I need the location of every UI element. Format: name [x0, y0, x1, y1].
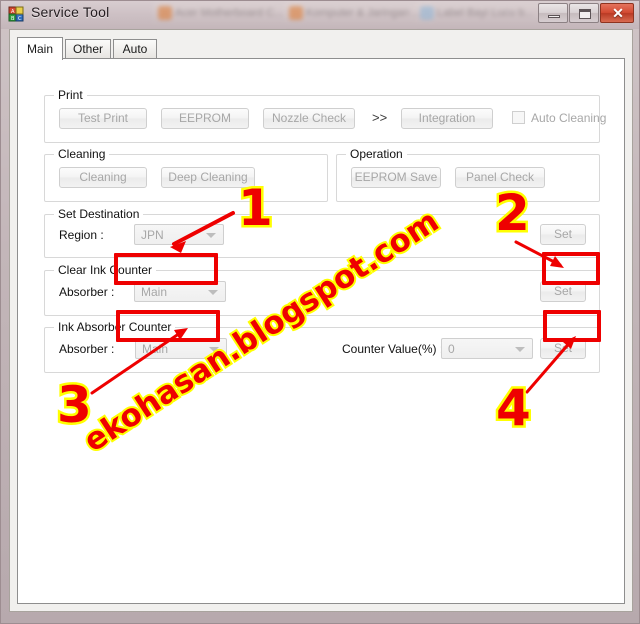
svg-text:C: C [18, 16, 22, 22]
tab-main[interactable]: Main [17, 37, 63, 60]
window-title: Service Tool [31, 4, 110, 20]
ink-absorber-label: Absorber : [59, 342, 115, 356]
close-icon: ✕ [612, 5, 624, 21]
counter-value-select[interactable]: 0 [441, 338, 533, 359]
svg-text:A: A [11, 9, 15, 15]
annotation-number-2: 2 [493, 184, 533, 242]
ink-absorber-set-button[interactable]: Set [540, 338, 586, 359]
chevron-down-icon [515, 347, 525, 352]
maximize-button[interactable] [569, 3, 599, 23]
background-browser-tab: Label Bayi Lucu b... [415, 2, 555, 24]
test-print-button[interactable]: Test Print [59, 108, 147, 129]
auto-cleaning-checkbox[interactable] [512, 111, 525, 124]
group-operation-title: Operation [346, 147, 407, 161]
title-bar[interactable]: Acer Motherboard C... Komputer & Jaringa… [1, 1, 639, 29]
background-browser-tab: Acer Motherboard C... [153, 2, 303, 24]
chevron-down-icon [208, 290, 218, 295]
group-operation: Operation EEPROM Save Panel Check [336, 147, 600, 202]
auto-cleaning-label: Auto Cleaning [531, 111, 607, 125]
chevron-down-icon [206, 233, 216, 238]
background-tab-label: Acer Motherboard C... [175, 7, 284, 19]
cleaning-button[interactable]: Cleaning [59, 167, 147, 188]
nozzle-check-button[interactable]: Nozzle Check [263, 108, 355, 129]
group-clear-ink-counter-title: Clear Ink Counter [54, 263, 157, 277]
annotation-number-4: 4 [494, 379, 534, 437]
region-select[interactable]: JPN [134, 224, 224, 245]
chevron-right-icon: >> [372, 110, 388, 125]
tab-strip: Main Other Auto [17, 37, 625, 60]
group-ink-absorber-counter: Ink Absorber Counter Absorber : Main Cou… [44, 320, 600, 373]
region-label: Region : [59, 228, 104, 242]
set-destination-button[interactable]: Set [540, 224, 586, 245]
tab-favicon-icon [158, 6, 172, 20]
svg-text:B: B [11, 16, 15, 22]
eeprom-save-button[interactable]: EEPROM Save [351, 167, 441, 188]
group-ink-absorber-counter-title: Ink Absorber Counter [54, 320, 176, 334]
eeprom-button[interactable]: EEPROM [161, 108, 249, 129]
clear-ink-set-button[interactable]: Set [540, 281, 586, 302]
minimize-icon [548, 15, 560, 18]
group-print-title: Print [54, 88, 87, 102]
group-cleaning: Cleaning Cleaning Deep Cleaning [44, 147, 328, 202]
clear-ink-absorber-select[interactable]: Main [134, 281, 226, 302]
clear-ink-absorber-value: Main [141, 285, 168, 299]
client-area: Main Other Auto Print Test Print EEPROM … [9, 29, 633, 612]
background-browser-tab: Komputer & Jaringan ... [284, 2, 434, 24]
group-set-destination-title: Set Destination [54, 207, 144, 221]
integration-button[interactable]: Integration [401, 108, 493, 129]
tab-auto[interactable]: Auto [113, 39, 157, 59]
counter-value-label: Counter Value(%) : [342, 342, 444, 356]
tab-other[interactable]: Other [65, 39, 111, 59]
annotation-number-1: 1 [236, 179, 276, 237]
ink-absorber-value: Main [142, 342, 169, 356]
blocks-icon: A B C [8, 6, 24, 22]
tab-favicon-icon [289, 6, 303, 20]
region-value: JPN [141, 228, 164, 242]
group-cleaning-title: Cleaning [54, 147, 110, 161]
counter-value: 0 [448, 342, 455, 356]
tab-page-main: Print Test Print EEPROM Nozzle Check >> … [17, 58, 625, 604]
clear-ink-absorber-label: Absorber : [59, 285, 115, 299]
background-tab-label: Komputer & Jaringan ... [306, 7, 422, 19]
tab-favicon-icon [420, 6, 434, 20]
minimize-button[interactable] [538, 3, 568, 23]
group-print: Print Test Print EEPROM Nozzle Check >> … [44, 88, 606, 143]
close-button[interactable]: ✕ [600, 3, 634, 23]
background-tab-label: Label Bayi Lucu b... [437, 7, 534, 19]
maximize-icon [579, 9, 591, 19]
